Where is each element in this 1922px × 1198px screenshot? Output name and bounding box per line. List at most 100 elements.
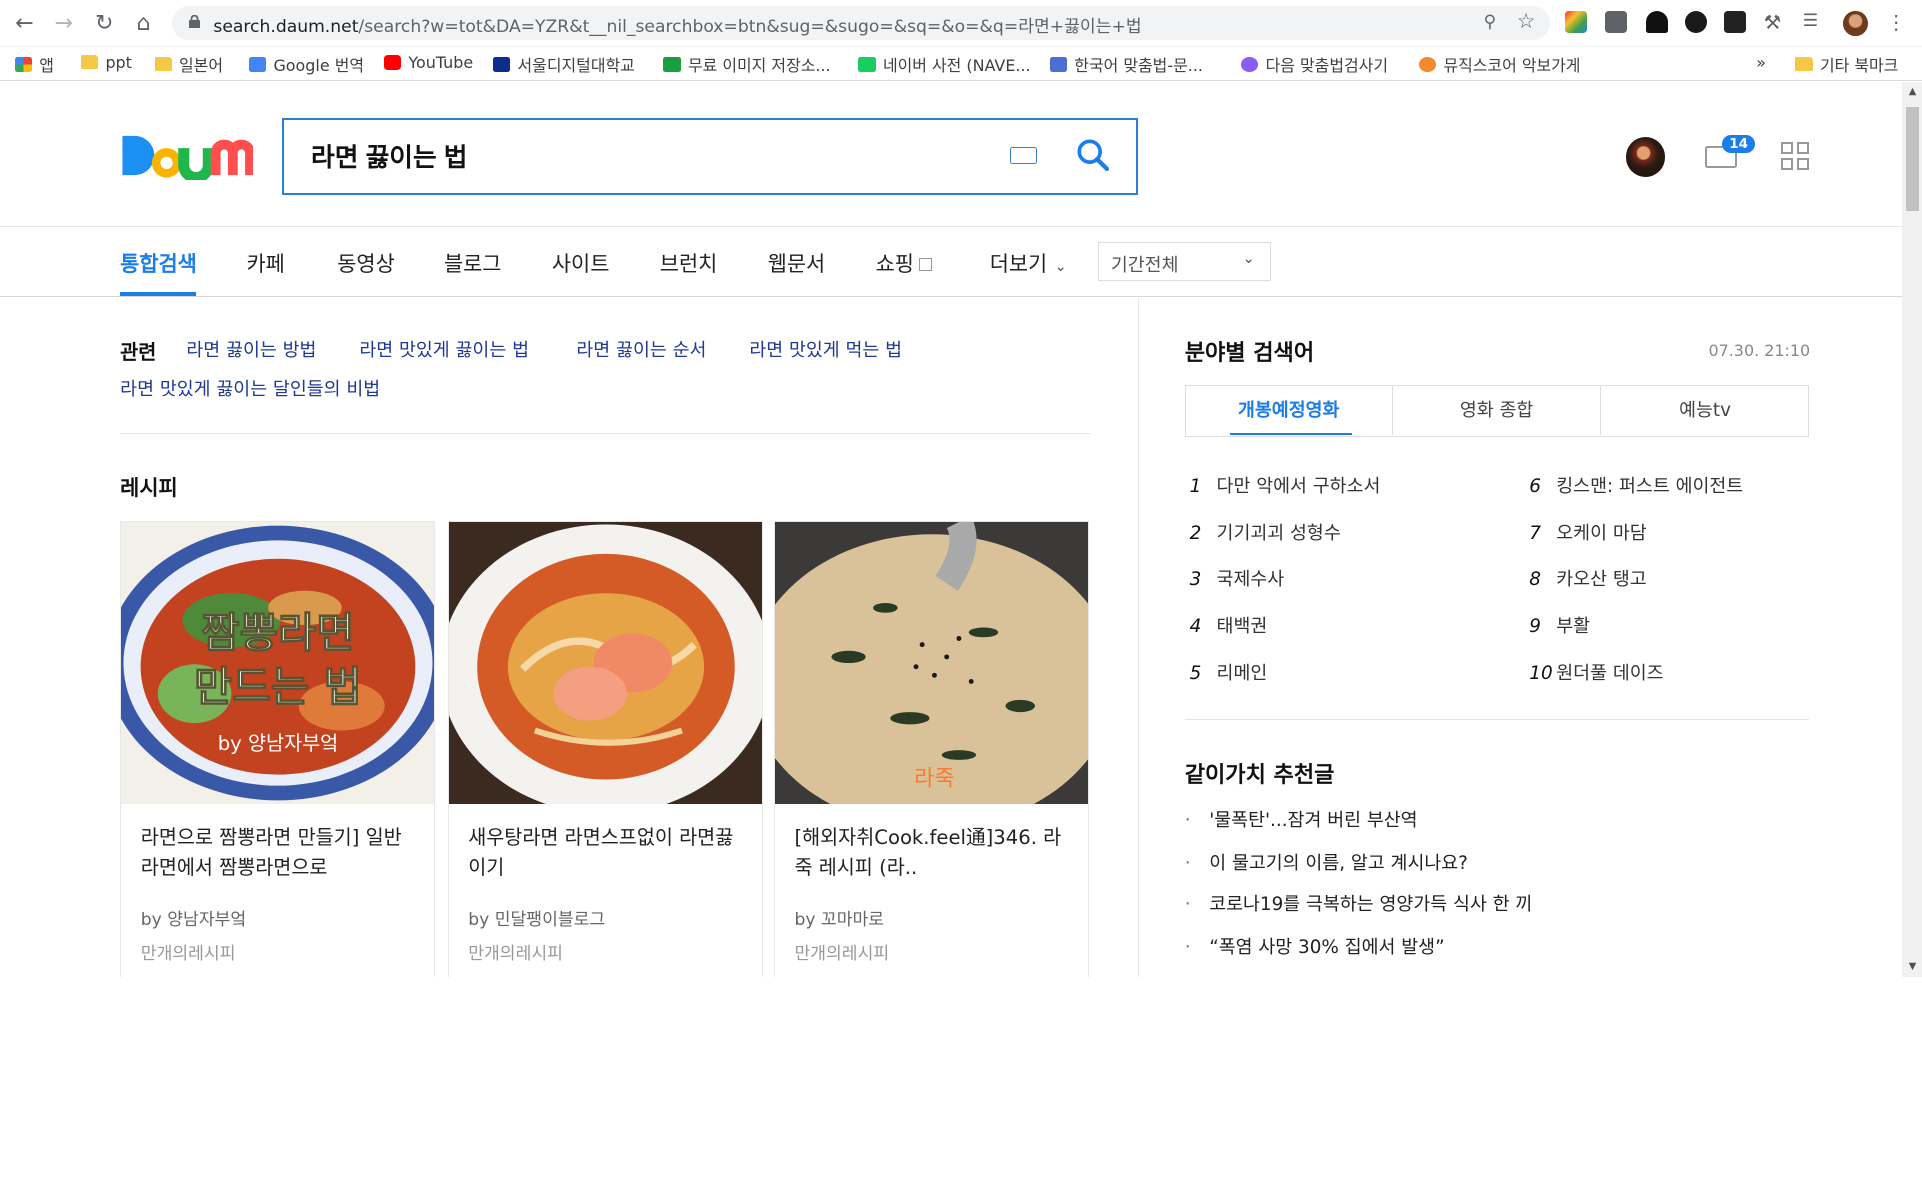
tab-shopping[interactable]: 쇼핑 bbox=[876, 248, 933, 278]
rank-item[interactable]: 9 부활 bbox=[1529, 612, 1590, 638]
tab-site[interactable]: 사이트 bbox=[552, 248, 610, 278]
apps-grid-icon[interactable] bbox=[1780, 142, 1810, 171]
recommend-item[interactable]: “폭염 사망 30% 집에서 발생” bbox=[1185, 933, 1444, 959]
address-bar[interactable]: search.daum.net/search?w=tot&DA=YZR&t__n… bbox=[171, 6, 1551, 41]
profile-avatar[interactable] bbox=[1843, 11, 1868, 36]
rank-item[interactable]: 10 원더풀 데이즈 bbox=[1529, 659, 1663, 685]
recipe-card-title[interactable]: 라면으로 짬뽕라면 만들기] 일반라면에서 짬뽕라면으로 bbox=[141, 823, 418, 884]
tab-blog[interactable]: 블로그 bbox=[444, 248, 502, 278]
recommend-title: 같이가치 추천글 bbox=[1184, 762, 1335, 788]
google-translate-icon bbox=[248, 56, 267, 72]
recipe-card-title[interactable]: [해외자취Cook.feel通]346. 라죽 레시피 (라.. bbox=[794, 823, 1071, 884]
bookmark-star-icon[interactable]: ☆ bbox=[1517, 9, 1536, 33]
recommend-item[interactable]: 이 물고기의 이름, 알고 계시나요? bbox=[1185, 849, 1468, 875]
rank-item[interactable]: 2 기기괴괴 성형수 bbox=[1190, 519, 1341, 545]
daum-spell-icon bbox=[1241, 56, 1259, 72]
reload-icon[interactable]: ↻ bbox=[90, 9, 119, 38]
bookmark-item[interactable]: 무료 이미지 저장소... bbox=[663, 53, 831, 76]
naver-icon bbox=[858, 56, 876, 72]
tab-cafe[interactable]: 카페 bbox=[247, 248, 285, 278]
related-link[interactable]: 라면 맛있게 끓이는 달인들의 비법 bbox=[120, 375, 380, 401]
sidebar-tabs: 개봉예정영화 영화 종합 예능tv bbox=[1184, 385, 1809, 437]
search-header: 14 bbox=[0, 82, 1903, 227]
rank-item[interactable]: 1 다만 악에서 구하소서 bbox=[1190, 472, 1381, 498]
tab-variety-tv[interactable]: 예능tv bbox=[1601, 386, 1808, 435]
recipe-card-author[interactable]: by 민달팽이블로그 bbox=[468, 905, 605, 930]
recipe-card[interactable]: 라죽 [해외자취Cook.feel通]346. 라죽 레시피 (라.. by 꼬… bbox=[773, 521, 1089, 978]
recipe-image[interactable]: 짬뽕라면 만드는 법 by 양남자부엌 bbox=[121, 522, 435, 805]
tab-webdoc[interactable]: 웹문서 bbox=[768, 248, 826, 278]
page-scrollbar[interactable]: ▲ ▼ bbox=[1902, 82, 1922, 978]
extension-icon[interactable] bbox=[1564, 11, 1587, 34]
search-input[interactable] bbox=[311, 140, 998, 170]
scroll-thumb[interactable] bbox=[1905, 106, 1920, 211]
recipe-card-source: 만개의레시피 bbox=[794, 944, 890, 965]
recipe-image-credit: by 양남자부엌 bbox=[218, 732, 339, 755]
bookmark-item[interactable]: 일본어 bbox=[154, 53, 223, 76]
back-icon[interactable]: ← bbox=[10, 9, 39, 38]
recipe-image[interactable]: 라죽 bbox=[774, 522, 1088, 805]
search-tabs: 통합검색 카페 동영상 블로그 사이트 브런치 웹문서 쇼핑 더보기 ⌄ 기간전체… bbox=[0, 227, 1903, 297]
rank-item[interactable]: 8 카오산 탱고 bbox=[1529, 565, 1646, 591]
recipe-card-author[interactable]: by 양남자부엌 bbox=[141, 905, 246, 930]
recipe-card-source: 만개의레시피 bbox=[468, 944, 563, 965]
menu-icon[interactable]: ⋮ bbox=[1886, 11, 1908, 34]
recipe-image-caption: 라죽 bbox=[914, 767, 955, 792]
user-avatar[interactable] bbox=[1626, 137, 1666, 177]
tab-integrated[interactable]: 통합검색 bbox=[120, 248, 197, 278]
rank-item[interactable]: 6 킹스맨: 퍼스트 에이전트 bbox=[1529, 472, 1743, 498]
bookmarks-bar: 앱 ppt 일본어 Google 번역 YouTube 서울디지털대학교 무료 … bbox=[0, 46, 1922, 81]
recipe-card-source: 만개의레시피 bbox=[140, 944, 236, 965]
extension-icon[interactable] bbox=[1645, 11, 1668, 34]
bookmark-overflow[interactable]: » bbox=[1756, 53, 1766, 72]
recipe-card-author[interactable]: by 꼬마마로 bbox=[794, 905, 884, 930]
recipe-image[interactable] bbox=[448, 522, 762, 805]
rank-item[interactable]: 7 오케이 마담 bbox=[1529, 519, 1646, 545]
bookmark-item[interactable]: 뮤직스코어 악보가게 bbox=[1418, 53, 1580, 76]
period-select[interactable]: 기간전체 ⌄ bbox=[1097, 241, 1271, 281]
bookmark-item[interactable]: YouTube bbox=[383, 53, 473, 72]
recommend-item[interactable]: 코로나19를 극복하는 영양가득 식사 한 끼 bbox=[1185, 890, 1532, 916]
recipe-card[interactable]: 짬뽕라면 만드는 법 by 양남자부엌 라면으로 짬뽕라면 만들기] 일반라면에서… bbox=[120, 521, 436, 978]
bookmark-item[interactable]: ppt bbox=[80, 53, 132, 72]
tab-movies-all[interactable]: 영화 종합 bbox=[1393, 386, 1600, 435]
rank-item[interactable]: 4 태백권 bbox=[1190, 612, 1268, 638]
chevron-down-icon: ⌄ bbox=[1054, 257, 1067, 275]
scroll-down-icon[interactable]: ▼ bbox=[1902, 957, 1922, 978]
zoom-icon[interactable]: ⚲ bbox=[1484, 12, 1497, 32]
related-link[interactable]: 라면 맛있게 먹는 법 bbox=[749, 336, 902, 362]
extension-icon[interactable] bbox=[1724, 11, 1747, 34]
bookmark-item[interactable]: Google 번역 bbox=[248, 53, 364, 76]
korean-spell-icon bbox=[1049, 56, 1067, 72]
bookmark-item[interactable]: 서울디지털대학교 bbox=[493, 53, 635, 76]
tab-more[interactable]: 더보기 ⌄ bbox=[990, 248, 1067, 278]
sidebar-title: 분야별 검색어 bbox=[1184, 340, 1315, 366]
daum-logo[interactable] bbox=[120, 131, 253, 181]
recipe-card-title[interactable]: 새우탕라면 라면스프없이 라면끓이기 bbox=[468, 823, 745, 884]
bookmark-item[interactable]: 다음 맞춤법검사기 bbox=[1241, 53, 1388, 76]
forward-icon[interactable]: → bbox=[49, 9, 78, 38]
bookmark-item[interactable]: 한국어 맞춤법-문... bbox=[1049, 53, 1203, 76]
tab-video[interactable]: 동영상 bbox=[337, 248, 395, 278]
rank-item[interactable]: 3 국제수사 bbox=[1190, 565, 1285, 591]
sdu-icon bbox=[493, 56, 511, 72]
related-link[interactable]: 라면 끓이는 순서 bbox=[576, 336, 706, 362]
media-icon[interactable]: ☰ bbox=[1803, 11, 1825, 33]
puzzle-icon[interactable]: ⚒ bbox=[1764, 11, 1786, 34]
search-button[interactable] bbox=[1075, 137, 1112, 174]
tab-upcoming-movies[interactable]: 개봉예정영화 bbox=[1186, 386, 1392, 435]
recipe-card[interactable]: 새우탕라면 라면스프없이 라면끓이기 by 민달팽이블로그 만개의레시피 bbox=[447, 521, 763, 978]
bookmark-other[interactable]: 기타 북마크 bbox=[1795, 53, 1898, 76]
keyboard-icon[interactable] bbox=[1010, 146, 1038, 164]
scroll-up-icon[interactable]: ▲ bbox=[1902, 82, 1922, 103]
related-link[interactable]: 라면 끓이는 방법 bbox=[186, 336, 316, 362]
tab-brunch[interactable]: 브런치 bbox=[660, 248, 718, 278]
home-icon[interactable]: ⌂ bbox=[129, 9, 158, 38]
recommend-item[interactable]: '물폭탄'...잠겨 버린 부산역 bbox=[1185, 806, 1417, 832]
bookmark-item[interactable]: 네이버 사전 (NAVE... bbox=[858, 53, 1031, 76]
rank-item[interactable]: 5 리메인 bbox=[1190, 659, 1268, 685]
extension-icon[interactable] bbox=[1605, 11, 1628, 34]
related-link[interactable]: 라면 맛있게 끓이는 법 bbox=[359, 336, 529, 362]
extension-icon[interactable] bbox=[1685, 11, 1708, 34]
bookmark-apps[interactable]: 앱 bbox=[14, 53, 54, 76]
